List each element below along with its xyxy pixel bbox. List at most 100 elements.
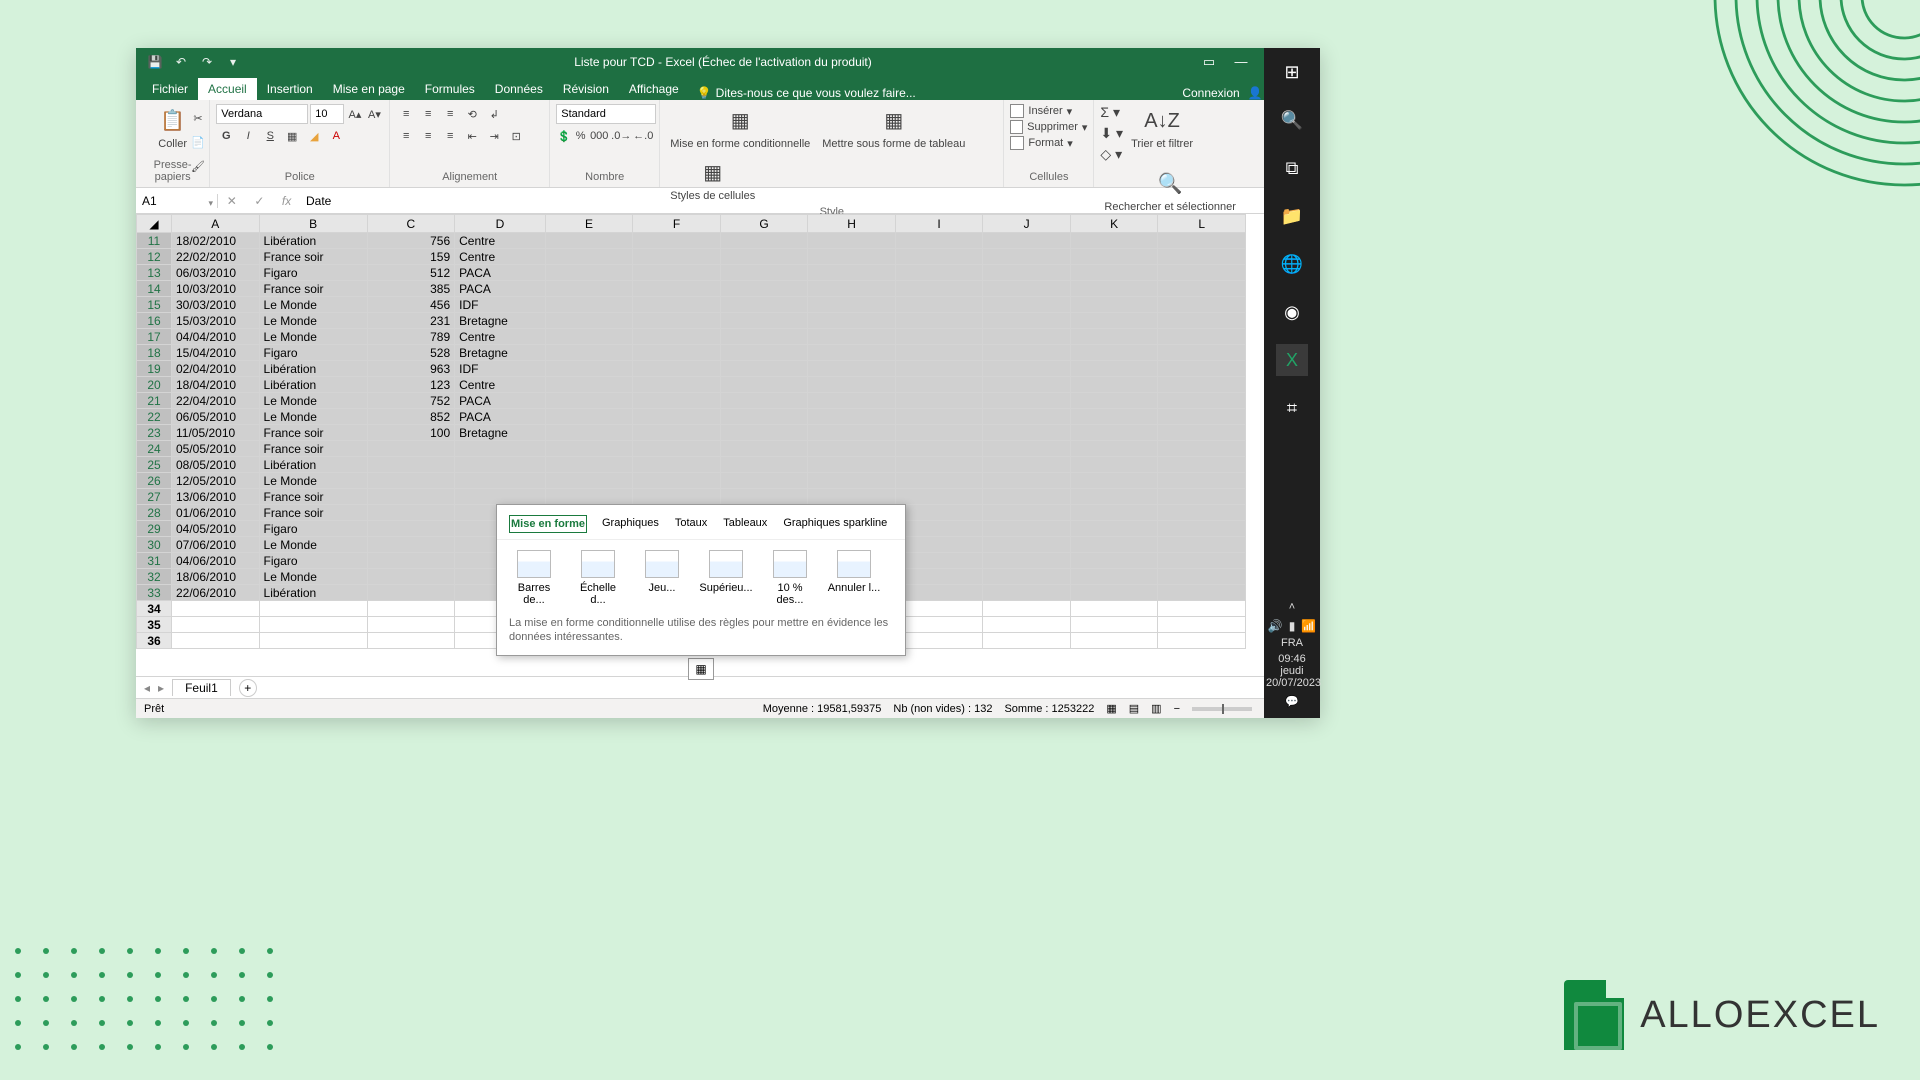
cell[interactable] [983, 601, 1071, 617]
cell[interactable] [545, 281, 633, 297]
cell[interactable] [545, 345, 633, 361]
cell[interactable] [1070, 473, 1158, 489]
cell[interactable] [545, 377, 633, 393]
row-header[interactable]: 34 [137, 601, 172, 617]
cell[interactable] [895, 457, 983, 473]
cell[interactable] [1070, 265, 1158, 281]
cell[interactable] [895, 265, 983, 281]
cell[interactable] [808, 345, 896, 361]
cell[interactable] [720, 345, 808, 361]
cell[interactable] [633, 425, 721, 441]
indent-inc-icon[interactable]: ⇥ [484, 126, 504, 146]
orientation-icon[interactable]: ⟲ [462, 104, 482, 124]
cell[interactable]: 04/05/2010 [172, 521, 260, 537]
cell[interactable] [895, 633, 983, 649]
qat-customize-icon[interactable]: ▾ [222, 55, 244, 69]
column-header-I[interactable]: I [895, 215, 983, 233]
cell[interactable]: 756 [367, 233, 455, 249]
column-header-H[interactable]: H [808, 215, 896, 233]
cell[interactable] [367, 521, 455, 537]
row-header[interactable]: 14 [137, 281, 172, 297]
row-header[interactable]: 18 [137, 345, 172, 361]
row-header[interactable]: 29 [137, 521, 172, 537]
cell[interactable]: 07/06/2010 [172, 537, 260, 553]
row-header[interactable]: 31 [137, 553, 172, 569]
cell[interactable]: Figaro [259, 345, 367, 361]
undo-icon[interactable]: ↶ [170, 55, 192, 69]
cell[interactable]: 30/03/2010 [172, 297, 260, 313]
ribbon-tab-données[interactable]: Données [485, 78, 553, 100]
align-top-icon[interactable]: ≡ [396, 104, 416, 124]
tellme-input[interactable]: Dites-nous ce que vous voulez faire... [716, 86, 916, 100]
column-header-K[interactable]: K [1070, 215, 1158, 233]
cell[interactable]: Le Monde [259, 569, 367, 585]
cell[interactable] [983, 425, 1071, 441]
cell[interactable] [895, 585, 983, 601]
cell[interactable] [1070, 425, 1158, 441]
cell[interactable] [1158, 553, 1246, 569]
cell[interactable] [895, 473, 983, 489]
cell[interactable] [633, 329, 721, 345]
cell[interactable] [1158, 233, 1246, 249]
align-middle-icon[interactable]: ≡ [418, 104, 438, 124]
cell[interactable]: Libération [259, 457, 367, 473]
cell[interactable] [367, 617, 455, 633]
table-row[interactable]: 1704/04/2010Le Monde789Centre [137, 329, 1246, 345]
number-format-select[interactable] [556, 104, 656, 124]
align-bottom-icon[interactable]: ≡ [440, 104, 460, 124]
cell[interactable]: 04/06/2010 [172, 553, 260, 569]
cell[interactable] [983, 393, 1071, 409]
row-header[interactable]: 33 [137, 585, 172, 601]
cell[interactable] [720, 265, 808, 281]
table-row[interactable]: 1615/03/2010Le Monde231Bretagne [137, 313, 1246, 329]
cell[interactable] [633, 233, 721, 249]
font-color-button[interactable]: A [326, 126, 346, 146]
delete-cells-button[interactable]: Supprimer ▾ [1010, 120, 1087, 134]
cell[interactable]: Figaro [259, 521, 367, 537]
cell[interactable]: IDF [455, 297, 546, 313]
cell[interactable] [983, 265, 1071, 281]
table-row[interactable]: 2122/04/2010Le Monde752PACA [137, 393, 1246, 409]
cell[interactable]: 159 [367, 249, 455, 265]
cell[interactable] [1070, 601, 1158, 617]
font-size-select[interactable] [310, 104, 344, 124]
cell[interactable] [895, 537, 983, 553]
cell[interactable] [720, 281, 808, 297]
cell[interactable] [720, 473, 808, 489]
cell[interactable]: 456 [367, 297, 455, 313]
cell[interactable] [1070, 281, 1158, 297]
redo-icon[interactable]: ↷ [196, 55, 218, 69]
cell[interactable] [545, 489, 633, 505]
column-header-F[interactable]: F [633, 215, 721, 233]
formula-bar[interactable]: Date [300, 194, 1302, 208]
bold-button[interactable]: G [216, 126, 236, 146]
cell[interactable]: 02/04/2010 [172, 361, 260, 377]
cell[interactable] [367, 457, 455, 473]
sheet-tab-feuil1[interactable]: Feuil1 [172, 679, 231, 696]
cell[interactable]: Libération [259, 361, 367, 377]
cell[interactable] [983, 313, 1071, 329]
cell[interactable] [633, 473, 721, 489]
cell[interactable]: 752 [367, 393, 455, 409]
cell[interactable]: Libération [259, 585, 367, 601]
cell[interactable] [172, 617, 260, 633]
cell[interactable] [367, 537, 455, 553]
view-normal-icon[interactable]: ▦ [1106, 702, 1116, 715]
view-pagebreak-icon[interactable]: ▥ [1151, 702, 1161, 715]
row-header[interactable]: 32 [137, 569, 172, 585]
table-row[interactable]: 2612/05/2010Le Monde [137, 473, 1246, 489]
cell[interactable] [1158, 505, 1246, 521]
cell[interactable] [720, 233, 808, 249]
cell[interactable] [545, 313, 633, 329]
cell[interactable] [1070, 393, 1158, 409]
cell[interactable] [1070, 297, 1158, 313]
cell[interactable]: 18/06/2010 [172, 569, 260, 585]
cell[interactable] [1070, 617, 1158, 633]
cell[interactable] [633, 249, 721, 265]
tellme-icon[interactable]: 💡 [697, 86, 712, 100]
cell[interactable] [455, 441, 546, 457]
new-sheet-button[interactable]: + [239, 679, 257, 697]
cell[interactable] [1070, 441, 1158, 457]
row-header[interactable]: 13 [137, 265, 172, 281]
cell[interactable] [895, 233, 983, 249]
